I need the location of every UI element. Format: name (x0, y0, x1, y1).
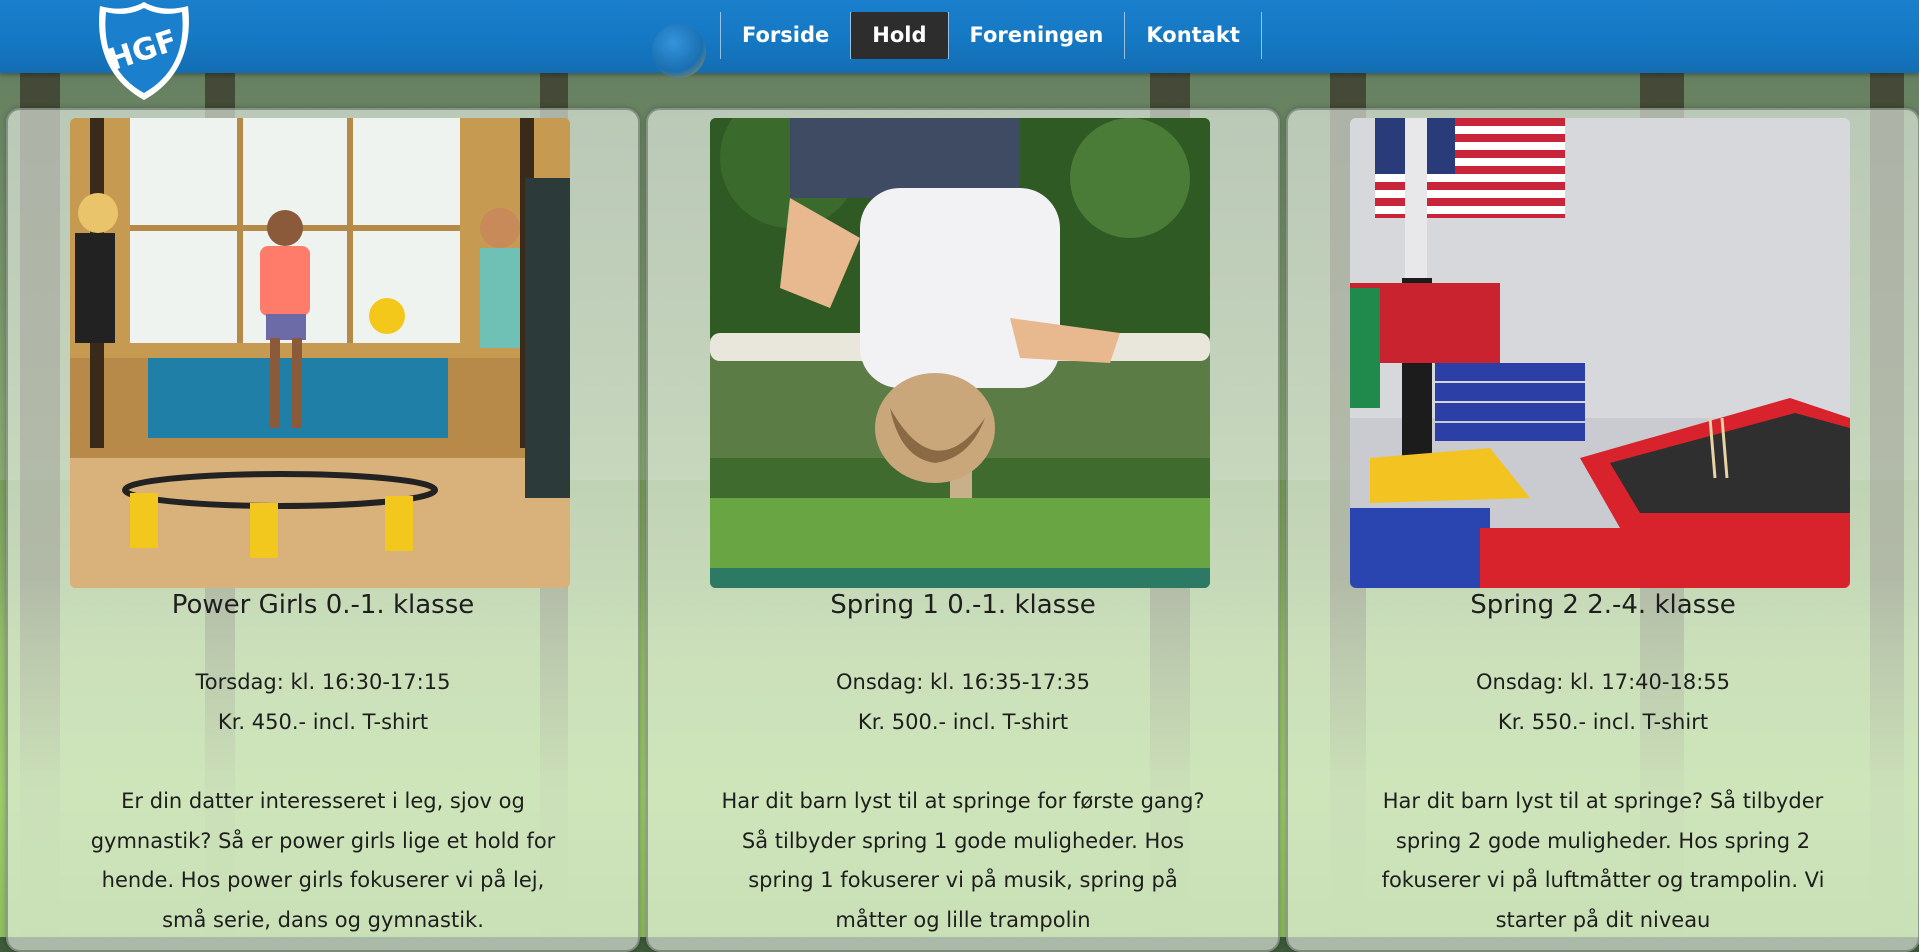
nav-item-foreningen[interactable]: Foreningen (949, 12, 1125, 59)
team-card-spring-2: Spring 2 2.-4. klasse Onsdag: kl. 17:40-… (1286, 108, 1919, 952)
hgf-logo[interactable]: HGF (96, 0, 192, 103)
card-info: Onsdag: kl. 17:40-18:55 Kr. 550.- incl. … (1288, 662, 1918, 742)
card-price: Kr. 550.- incl. T-shirt (1497, 710, 1709, 734)
nav-item-hold[interactable]: Hold (851, 12, 948, 59)
card-info: Torsdag: kl. 16:30-17:15 Kr. 450.- incl.… (8, 662, 638, 742)
spring-2-photo (1350, 118, 1850, 588)
card-schedule: Onsdag: kl. 17:40-18:55 (1475, 670, 1731, 694)
card-description: Er din datter interesseret i leg, sjov o… (90, 789, 556, 932)
nav-item-kontakt[interactable]: Kontakt (1125, 12, 1261, 59)
team-cards: Power Girls 0.-1. klasse Torsdag: kl. 16… (0, 108, 1919, 952)
card-schedule: Torsdag: kl. 16:30-17:15 (195, 670, 451, 694)
nav-item-forside[interactable]: Forside (721, 12, 850, 59)
card-title: Power Girls 0.-1. klasse (171, 590, 475, 620)
card-price: Kr. 500.- incl. T-shirt (857, 710, 1069, 734)
card-schedule: Onsdag: kl. 16:35-17:35 (835, 670, 1091, 694)
power-girls-photo (70, 118, 570, 588)
decorative-ball (652, 24, 706, 78)
card-title: Spring 1 0.-1. klasse (830, 590, 1096, 620)
card-info: Onsdag: kl. 16:35-17:35 Kr. 500.- incl. … (648, 662, 1278, 742)
team-card-spring-1: Spring 1 0.-1. klasse Onsdag: kl. 16:35-… (646, 108, 1280, 952)
card-price: Kr. 450.- incl. T-shirt (217, 710, 429, 734)
main-nav: Forside Hold Foreningen Kontakt (720, 12, 1262, 59)
team-card-power-girls: Power Girls 0.-1. klasse Torsdag: kl. 16… (6, 108, 640, 952)
spring-1-photo (710, 118, 1210, 588)
card-description: Har dit barn lyst til at springe? Så til… (1381, 789, 1825, 932)
card-description: Har dit barn lyst til at springe for før… (721, 789, 1205, 932)
card-title: Spring 2 2.-4. klasse (1470, 590, 1736, 620)
